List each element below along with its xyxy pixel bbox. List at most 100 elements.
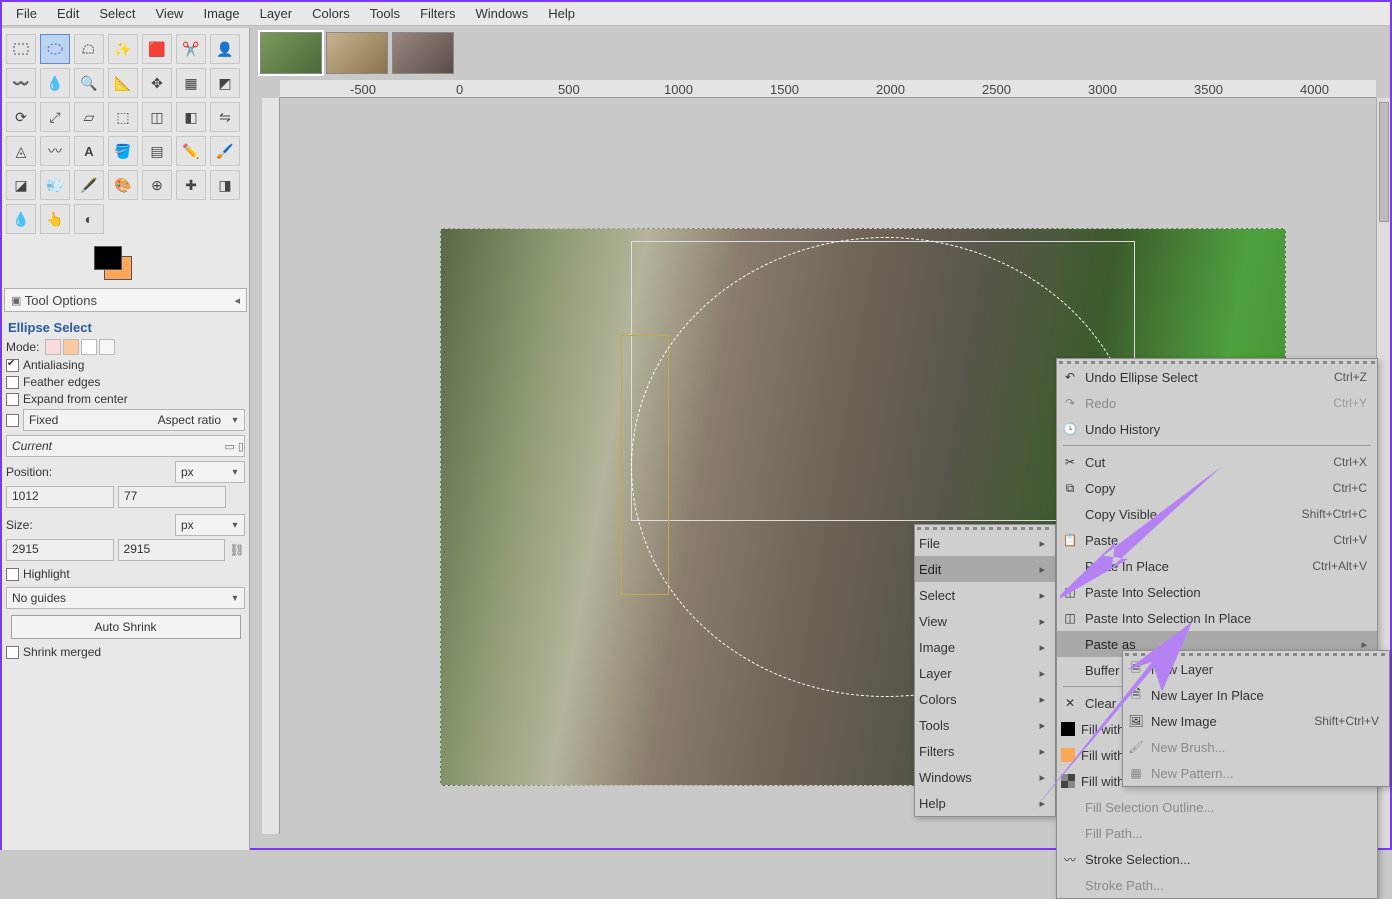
tool-pencil[interactable]: ✏️ (176, 136, 206, 166)
ctx-layer[interactable]: Layer▸ (915, 660, 1055, 686)
tool-blur[interactable]: 💧 (6, 204, 36, 234)
menu-tools[interactable]: Tools (360, 3, 410, 24)
auto-shrink-button[interactable]: Auto Shrink (11, 615, 241, 639)
tool-text[interactable]: A (74, 136, 104, 166)
menu-edit[interactable]: Edit (47, 3, 89, 24)
tool-clone[interactable]: ⊕ (142, 170, 172, 200)
ctx-paste-into-selection[interactable]: ◫Paste Into Selection (1057, 579, 1377, 605)
tool-perspective-clone[interactable]: ◨ (210, 170, 240, 200)
ctx-paste-into-selection-in-place[interactable]: ◫Paste Into Selection In Place (1057, 605, 1377, 631)
ctx-file[interactable]: File▸ (915, 530, 1055, 556)
tool-free-select[interactable] (74, 34, 104, 64)
ctx-select[interactable]: Select▸ (915, 582, 1055, 608)
size-h-input[interactable]: 2915 (118, 539, 226, 561)
scrollbar-thumb[interactable] (1379, 102, 1389, 222)
fixed-dropdown[interactable]: Fixed Aspect ratio ▾ (23, 409, 245, 431)
ctx-tools[interactable]: Tools▸ (915, 712, 1055, 738)
tool-zoom[interactable]: 🔍 (74, 68, 104, 98)
tool-shear[interactable]: ▱ (74, 102, 104, 132)
ctx-cut[interactable]: ✂CutCtrl+X (1057, 449, 1377, 475)
ctx-paste-new-layer-in-place[interactable]: 🗎New Layer In Place (1123, 682, 1389, 708)
fg-color-swatch[interactable] (94, 246, 122, 270)
size-w-input[interactable]: 2915 (6, 539, 114, 561)
ctx-undo[interactable]: ↶Undo Ellipse SelectCtrl+Z (1057, 364, 1377, 390)
tool-foreground-select[interactable]: 👤 (210, 34, 240, 64)
mode-icons[interactable] (45, 339, 115, 355)
tool-warp[interactable]: 〰 (40, 136, 70, 166)
position-unit-dropdown[interactable]: px▾ (175, 461, 245, 483)
thumbnail-1[interactable] (260, 32, 322, 74)
tool-eraser[interactable]: ◪ (6, 170, 36, 200)
menu-select[interactable]: Select (89, 3, 145, 24)
tool-unified-transform[interactable]: ◫ (142, 102, 172, 132)
size-unit-dropdown[interactable]: px▾ (175, 514, 245, 536)
fixed-checkbox[interactable] (6, 414, 19, 427)
tool-rotate[interactable]: ⟳ (6, 102, 36, 132)
tool-bucket-fill[interactable]: 🪣 (108, 136, 138, 166)
dock-menu-icon[interactable]: ◂ (234, 294, 240, 307)
tool-dodge[interactable]: ◐ (74, 204, 104, 234)
ctx-copy-visible[interactable]: Copy VisibleShift+Ctrl+C (1057, 501, 1377, 527)
ctx-paste-in-place[interactable]: Paste In PlaceCtrl+Alt+V (1057, 553, 1377, 579)
ctx-windows[interactable]: Windows▸ (915, 764, 1055, 790)
menu-view[interactable]: View (146, 3, 194, 24)
current-field[interactable]: Current ▭ ▯ (6, 435, 245, 457)
dock-tool-options-tab[interactable]: ▣ Tool Options ◂ (4, 288, 247, 312)
ctx-help[interactable]: Help▸ (915, 790, 1055, 816)
expand-checkbox[interactable] (6, 393, 19, 406)
menu-colors[interactable]: Colors (302, 3, 360, 24)
shrink-merged-checkbox[interactable] (6, 646, 19, 659)
dock-icon: ▣ (11, 294, 21, 307)
tool-paintbrush[interactable]: 🖌️ (210, 136, 240, 166)
tool-color-picker[interactable]: 💧 (40, 68, 70, 98)
color-swatches[interactable] (94, 246, 134, 282)
tool-gradient[interactable]: ▤ (142, 136, 172, 166)
tool-move[interactable]: ✥ (142, 68, 172, 98)
menu-layer[interactable]: Layer (250, 3, 303, 24)
tool-perspective[interactable]: ⬚ (108, 102, 138, 132)
ctx-view[interactable]: View▸ (915, 608, 1055, 634)
orientation-icons[interactable]: ▭ ▯ (224, 440, 244, 453)
tool-measure[interactable]: 📐 (108, 68, 138, 98)
menu-filters[interactable]: Filters (410, 3, 465, 24)
menu-image[interactable]: Image (193, 3, 249, 24)
ctx-image[interactable]: Image▸ (915, 634, 1055, 660)
ctx-undo-history[interactable]: 🕓Undo History (1057, 416, 1377, 442)
ctx-edit[interactable]: Edit▸ (915, 556, 1055, 582)
position-x-input[interactable]: 1012 (6, 486, 114, 508)
menu-file[interactable]: File (6, 3, 47, 24)
menu-help[interactable]: Help (538, 3, 585, 24)
thumbnail-3[interactable] (392, 32, 454, 74)
ctx-colors[interactable]: Colors▸ (915, 686, 1055, 712)
antialias-checkbox[interactable] (6, 359, 19, 372)
tool-flip[interactable]: ⇋ (210, 102, 240, 132)
ctx-paste[interactable]: 📋PasteCtrl+V (1057, 527, 1377, 553)
tool-ellipse-select[interactable] (40, 34, 70, 64)
ctx-filters[interactable]: Filters▸ (915, 738, 1055, 764)
guides-dropdown[interactable]: No guides ▾ (6, 587, 245, 609)
tool-align[interactable]: ▦ (176, 68, 206, 98)
position-y-input[interactable]: 77 (118, 486, 226, 508)
feather-checkbox[interactable] (6, 376, 19, 389)
highlight-checkbox[interactable] (6, 568, 19, 581)
menu-windows[interactable]: Windows (465, 3, 538, 24)
tool-heal[interactable]: ✚ (176, 170, 206, 200)
link-icon[interactable]: ⛓ (229, 543, 245, 557)
tool-rect-select[interactable] (6, 34, 36, 64)
tool-smudge[interactable]: 👆 (40, 204, 70, 234)
ctx-paste-new-layer[interactable]: 🗎New Layer (1123, 656, 1389, 682)
tool-scissors[interactable]: ✂️ (176, 34, 206, 64)
tool-by-color-select[interactable]: 🟥 (142, 34, 172, 64)
tool-airbrush[interactable]: 💨 (40, 170, 70, 200)
tool-mypaint[interactable]: 🎨 (108, 170, 138, 200)
tool-scale[interactable]: ⤢ (40, 102, 70, 132)
ctx-copy[interactable]: ⧉CopyCtrl+C (1057, 475, 1377, 501)
tool-fuzzy-select[interactable]: ✨ (108, 34, 138, 64)
tool-handle-transform[interactable]: ◧ (176, 102, 206, 132)
thumbnail-2[interactable] (326, 32, 388, 74)
tool-paths[interactable]: 〰️ (6, 68, 36, 98)
ctx-paste-new-image[interactable]: 🖼New ImageShift+Ctrl+V (1123, 708, 1389, 734)
tool-ink[interactable]: 🖋️ (74, 170, 104, 200)
tool-cage[interactable]: ◬ (6, 136, 36, 166)
tool-crop[interactable]: ◩ (210, 68, 240, 98)
